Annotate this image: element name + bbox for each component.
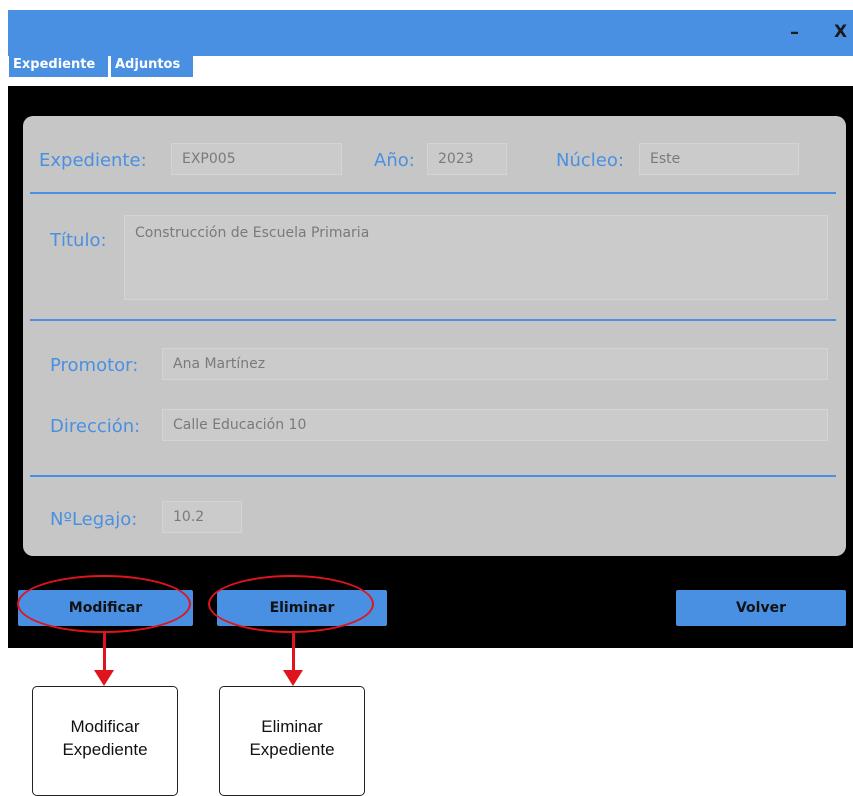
callout-eliminar-expediente: Eliminar Expediente xyxy=(219,686,365,796)
callout-modificar-line2: Expediente xyxy=(62,740,148,759)
callout-modificar-expediente: Modificar Expediente xyxy=(32,686,178,796)
annotation-arrow-line-modificar xyxy=(103,633,106,673)
minimize-button[interactable]: – xyxy=(790,22,799,43)
legajo-label: NºLegajo: xyxy=(50,509,138,530)
annotation-ellipse-eliminar xyxy=(208,575,374,633)
direccion-field[interactable]: Calle Educación 10 xyxy=(162,409,828,441)
nucleo-label: Núcleo: xyxy=(556,150,624,171)
callout-modificar-line1: Modificar xyxy=(70,717,140,736)
tab-expediente[interactable]: Expediente xyxy=(9,52,108,77)
annotation-ellipse-modificar xyxy=(17,575,191,633)
anio-field[interactable]: 2023 xyxy=(427,143,507,175)
separator-2 xyxy=(30,319,836,321)
title-bar: – X xyxy=(8,10,853,56)
close-button[interactable]: X xyxy=(834,22,847,42)
titulo-label: Título: xyxy=(50,230,107,251)
promotor-label: Promotor: xyxy=(50,355,139,376)
legajo-field[interactable]: 10.2 xyxy=(162,501,242,533)
callout-eliminar-line1: Eliminar xyxy=(261,717,323,736)
promotor-field[interactable]: Ana Martínez xyxy=(162,348,828,380)
annotation-arrowhead-eliminar xyxy=(283,670,303,686)
annotation-arrow-line-eliminar xyxy=(292,633,295,673)
anio-label: Año: xyxy=(374,150,415,171)
separator-1 xyxy=(30,192,836,194)
form-panel: Expediente: EXP005 Año: 2023 Núcleo: Est… xyxy=(23,116,846,556)
direccion-label: Dirección: xyxy=(50,416,141,437)
titulo-textarea[interactable]: Construcción de Escuela Primaria xyxy=(124,215,828,300)
expediente-label: Expediente: xyxy=(39,150,147,171)
callout-eliminar-line2: Expediente xyxy=(249,740,335,759)
annotation-arrowhead-modificar xyxy=(94,670,114,686)
expediente-field[interactable]: EXP005 xyxy=(171,143,342,175)
nucleo-field[interactable]: Este xyxy=(639,143,799,175)
tab-adjuntos[interactable]: Adjuntos xyxy=(111,52,193,77)
separator-3 xyxy=(30,475,836,477)
volver-button[interactable]: Volver xyxy=(676,590,846,626)
